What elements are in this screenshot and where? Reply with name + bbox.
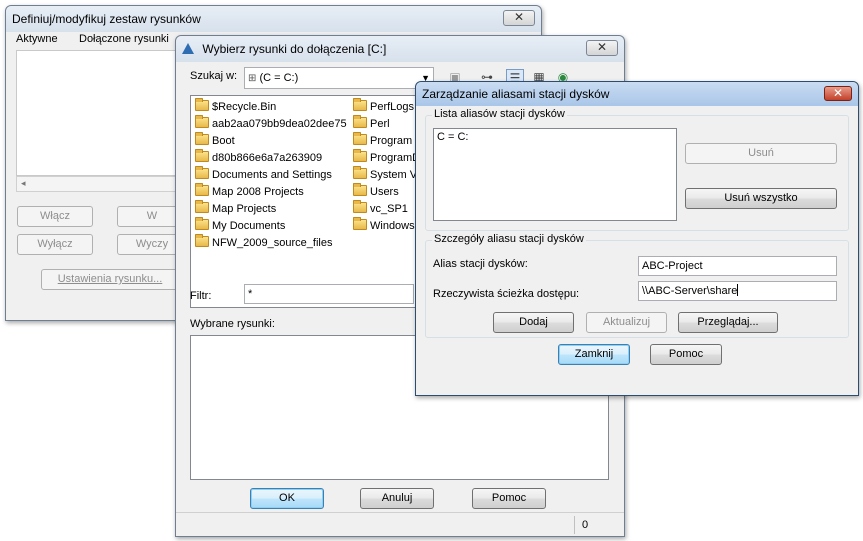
folder-name: NFW_2009_source_files xyxy=(212,237,333,249)
select-drawings-titlebar: Wybierz rysunki do dołączenia [C:] ✕ xyxy=(176,36,624,62)
status-bar: 0 xyxy=(176,512,624,536)
look-in-value: (C = C:) xyxy=(259,72,299,84)
folder-name: Map Projects xyxy=(212,203,277,215)
folder-icon xyxy=(195,166,209,179)
status-divider xyxy=(574,516,575,534)
folder-icon xyxy=(353,166,367,179)
look-in-dropdown[interactable]: ⊞ (C = C:) ▼ xyxy=(244,67,434,89)
text-caret xyxy=(737,284,739,296)
remove-button[interactable]: Usuń xyxy=(685,143,837,164)
search-in-label: Szukaj w: xyxy=(190,70,238,82)
folder-name: Boot xyxy=(212,135,235,147)
folder-item[interactable]: $Recycle.Bin xyxy=(195,98,277,115)
folder-name: Program xyxy=(370,135,413,147)
cancel-button[interactable]: Anuluj xyxy=(360,488,434,509)
folder-item[interactable]: My Documents xyxy=(195,217,286,234)
folder-name: ProgramD xyxy=(370,152,421,164)
folder-icon xyxy=(195,234,209,247)
folder-item[interactable]: PerfLogs xyxy=(353,98,415,115)
close-icon[interactable]: ✕ xyxy=(824,86,852,101)
folder-icon xyxy=(195,200,209,213)
enable-button[interactable]: Włącz xyxy=(17,206,93,227)
ok-button[interactable]: OK xyxy=(250,488,324,509)
folder-icon xyxy=(353,132,367,145)
folder-icon xyxy=(195,98,209,111)
folder-item[interactable]: aab2aa079bb9dea02dee75 xyxy=(195,115,347,132)
actual-path-input[interactable]: \\ABC-Server\share xyxy=(638,281,837,301)
alias-list-item[interactable]: C = C: xyxy=(437,131,468,143)
window-title: Zarządzanie aliasami stacji dysków xyxy=(422,87,610,101)
autocad-map-app-icon xyxy=(182,43,194,54)
folder-name: $Recycle.Bin xyxy=(212,101,277,113)
folder-name: System V xyxy=(370,169,418,181)
folder-item[interactable]: ProgramD xyxy=(353,149,421,166)
actual-path-value: \\ABC-Server\share xyxy=(642,285,738,297)
add-button[interactable]: Dodaj xyxy=(493,312,574,333)
folder-item[interactable]: Users xyxy=(353,183,399,200)
update-button[interactable]: Aktualizuj xyxy=(586,312,667,333)
folder-item[interactable]: Windows xyxy=(353,217,415,234)
alias-list-group-title: Lista aliasów stacji dysków xyxy=(432,108,567,120)
folder-icon xyxy=(353,217,367,230)
alias-input[interactable]: ABC-Project xyxy=(638,256,837,276)
folder-icon xyxy=(195,149,209,162)
column-header-active[interactable]: Aktywne xyxy=(16,33,58,45)
selected-drawings-label: Wybrane rysunki: xyxy=(190,318,275,330)
column-header-attached-drawings[interactable]: Dołączone rysunki xyxy=(79,33,169,45)
drawing-settings-button[interactable]: Ustawienia rysunku... xyxy=(41,269,179,290)
window-title: Definiuj/modyfikuj zestaw rysunków xyxy=(12,12,201,26)
drive-alias-manager-window: Zarządzanie aliasami stacji dysków ✕ Lis… xyxy=(415,81,859,396)
folder-name: vc_SP1 xyxy=(370,203,408,215)
help-button[interactable]: Pomoc xyxy=(650,344,722,365)
disable-button[interactable]: Wyłącz xyxy=(17,234,93,255)
folder-name: d80b866e6a7a263909 xyxy=(212,152,323,164)
drive-alias-titlebar: Zarządzanie aliasami stacji dysków ✕ xyxy=(416,82,858,106)
folder-item[interactable]: Map Projects xyxy=(195,200,277,217)
folder-icon xyxy=(195,132,209,145)
browse-button[interactable]: Przeglądaj... xyxy=(678,312,778,333)
folder-item[interactable]: NFW_2009_source_files xyxy=(195,234,333,251)
alias-label: Alias stacji dysków: xyxy=(433,258,528,270)
folder-name: Windows xyxy=(370,220,415,232)
close-icon[interactable]: ✕ xyxy=(586,40,618,56)
alias-list[interactable]: C = C: xyxy=(433,128,677,221)
folder-item[interactable]: Boot xyxy=(195,132,235,149)
folder-icon xyxy=(353,98,367,111)
close-icon[interactable]: ✕ xyxy=(503,10,535,26)
folder-item[interactable]: Perl xyxy=(353,115,390,132)
folder-icon xyxy=(353,183,367,196)
folder-item[interactable]: Program xyxy=(353,132,413,149)
folder-name: Users xyxy=(370,186,399,198)
folder-icon xyxy=(195,217,209,230)
drive-icon: ⊞ xyxy=(248,73,257,84)
folder-item[interactable]: Map 2008 Projects xyxy=(195,183,304,200)
folder-icon xyxy=(195,115,209,128)
scroll-left-icon[interactable]: ◂ xyxy=(21,178,26,189)
folder-name: PerfLogs xyxy=(370,101,415,113)
folder-name: Perl xyxy=(370,118,390,130)
folder-icon xyxy=(195,183,209,196)
folder-name: aab2aa079bb9dea02dee75 xyxy=(212,118,347,130)
window-title: Wybierz rysunki do dołączenia [C:] xyxy=(202,42,387,56)
folder-name: Documents and Settings xyxy=(212,169,332,181)
file-browser-list[interactable]: $Recycle.Bin aab2aa079bb9dea02dee75 Boot d8… xyxy=(190,95,420,308)
remove-all-button[interactable]: Usuń wszystko xyxy=(685,188,837,209)
folder-icon xyxy=(353,149,367,162)
actual-path-label: Rzeczywista ścieżka dostępu: xyxy=(433,288,580,300)
folder-item[interactable]: System V xyxy=(353,166,418,183)
folder-item[interactable]: d80b866e6a7a263909 xyxy=(195,149,323,166)
folder-name: My Documents xyxy=(212,220,286,232)
filter-label: Filtr: xyxy=(190,290,212,302)
folder-icon xyxy=(353,115,367,128)
folder-item[interactable]: vc_SP1 xyxy=(353,200,408,217)
define-drawing-set-titlebar: Definiuj/modyfikuj zestaw rysunków ✕ xyxy=(6,6,541,32)
close-button[interactable]: Zamknij xyxy=(558,344,630,365)
alias-details-group-title: Szczegóły aliasu stacji dysków xyxy=(432,233,586,245)
folder-item[interactable]: Documents and Settings xyxy=(195,166,332,183)
folder-icon xyxy=(353,200,367,213)
selected-count: 0 xyxy=(582,519,589,531)
help-button[interactable]: Pomoc xyxy=(472,488,546,509)
filter-input[interactable]: * xyxy=(244,284,414,304)
folder-name: Map 2008 Projects xyxy=(212,186,304,198)
